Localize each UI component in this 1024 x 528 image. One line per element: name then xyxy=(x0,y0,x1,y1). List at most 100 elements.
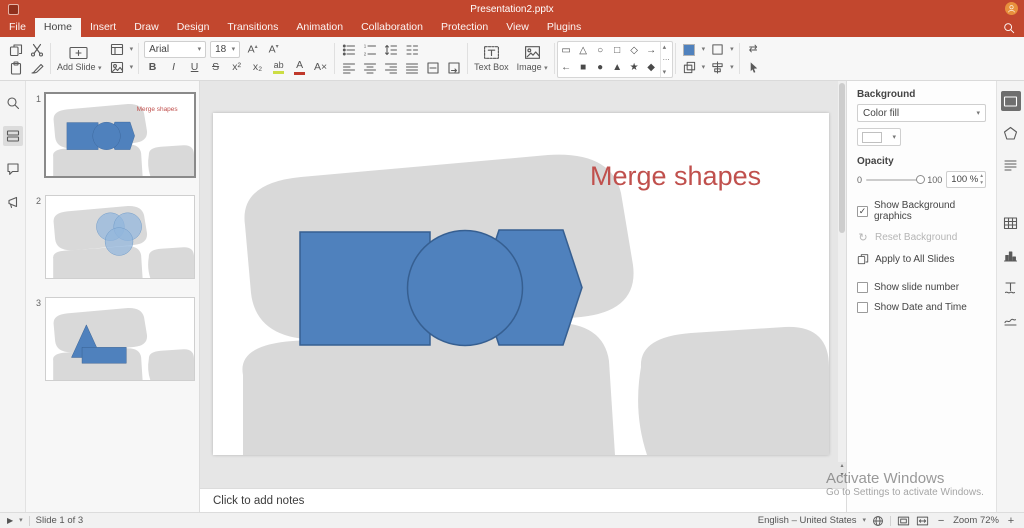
zoom-out-button[interactable]: − xyxy=(935,515,947,527)
font-size-select[interactable]: 18▾ xyxy=(210,41,240,58)
align-center-button[interactable] xyxy=(361,59,378,76)
increase-font-button[interactable]: A▴ xyxy=(244,41,261,58)
shape-arrow-right[interactable]: → xyxy=(643,42,660,59)
canvas-scrollbar[interactable] xyxy=(838,81,846,462)
gallery-scroll-down[interactable]: ▾ xyxy=(663,68,670,76)
tab-insert[interactable]: Insert xyxy=(81,18,125,37)
gallery-scroll-up[interactable]: ▴ xyxy=(663,43,670,51)
signature-settings-button[interactable] xyxy=(1001,309,1021,329)
show-slide-number-checkbox[interactable] xyxy=(857,282,868,293)
bold-button[interactable]: B xyxy=(144,59,161,76)
paragraph-settings-button[interactable] xyxy=(1001,155,1021,175)
select-button[interactable] xyxy=(745,59,762,76)
shape-diamond[interactable]: ◇ xyxy=(626,42,643,59)
slides-panel-button[interactable] xyxy=(3,126,23,146)
tab-transitions[interactable]: Transitions xyxy=(218,18,287,37)
subscript-button[interactable]: x₂ xyxy=(249,59,266,76)
shape-filled-triangle[interactable]: ▲ xyxy=(609,59,626,76)
vertical-align-button[interactable] xyxy=(424,59,441,76)
show-background-graphics-row[interactable]: ✓ Show Background graphics xyxy=(857,200,986,222)
scrollbar-thumb[interactable] xyxy=(839,83,845,233)
shape-square[interactable]: □ xyxy=(609,42,626,59)
slide-editor[interactable] xyxy=(213,113,829,455)
slide-theme-button[interactable] xyxy=(109,59,126,76)
feedback-button[interactable] xyxy=(3,192,23,212)
shape-arrow-left[interactable]: ← xyxy=(558,59,575,76)
language-select[interactable]: English – United States xyxy=(758,515,857,526)
comments-button[interactable] xyxy=(3,159,23,179)
fit-slide-button[interactable] xyxy=(897,515,910,527)
find-button[interactable] xyxy=(3,93,23,113)
shape-filled-square[interactable]: ■ xyxy=(575,59,592,76)
arrange-shape-button[interactable] xyxy=(681,59,698,76)
add-slide-button[interactable]: Add Slide ▾ xyxy=(53,39,106,78)
show-date-time-row[interactable]: Show Date and Time xyxy=(857,302,986,313)
shape-triangle[interactable]: △ xyxy=(575,42,592,59)
start-slideshow-button[interactable]: ▶ xyxy=(7,516,13,525)
shape-filled-circle[interactable]: ● xyxy=(592,59,609,76)
highlight-color-button[interactable]: ab xyxy=(270,59,287,76)
text-direction-button[interactable] xyxy=(445,59,462,76)
background-color-picker[interactable]: ▾ xyxy=(857,128,901,146)
clear-format-button[interactable]: A× xyxy=(312,59,329,76)
show-date-time-checkbox[interactable] xyxy=(857,302,868,313)
gallery-more-button[interactable]: ⋯ xyxy=(663,56,670,64)
shape-outline-button[interactable] xyxy=(709,41,726,58)
align-shape-button[interactable] xyxy=(709,59,726,76)
opacity-spinbox[interactable]: 100 % ▴▾ xyxy=(946,171,986,188)
shape-ellipse[interactable]: ○ xyxy=(592,42,609,59)
table-settings-button[interactable] xyxy=(1001,213,1021,233)
search-button[interactable] xyxy=(1003,18,1015,37)
underline-button[interactable]: U xyxy=(186,59,203,76)
font-name-select[interactable]: Arial▾ xyxy=(144,41,206,58)
image-button[interactable]: Image ▾ xyxy=(513,39,552,78)
chart-settings-button[interactable] xyxy=(1001,245,1021,265)
opacity-slider[interactable] xyxy=(866,179,923,181)
next-slide-button[interactable]: ▾ xyxy=(840,471,843,478)
tab-view[interactable]: View xyxy=(497,18,538,37)
user-avatar[interactable] xyxy=(1005,2,1018,15)
tab-plugins[interactable]: Plugins xyxy=(538,18,590,37)
copy-style-button[interactable] xyxy=(28,59,45,76)
shape-filled-diamond[interactable]: ◆ xyxy=(643,59,660,76)
superscript-button[interactable]: x² xyxy=(228,59,245,76)
strikethrough-button[interactable]: S xyxy=(207,59,224,76)
copy-button[interactable] xyxy=(7,41,24,58)
tab-home[interactable]: Home xyxy=(35,18,81,37)
slide-layout-button[interactable] xyxy=(109,41,126,58)
fit-width-button[interactable] xyxy=(916,515,929,527)
tab-design[interactable]: Design xyxy=(168,18,219,37)
bullets-button[interactable] xyxy=(340,41,357,58)
zoom-level[interactable]: Zoom 72% xyxy=(953,515,999,526)
replace-button[interactable]: ⇄ xyxy=(745,41,762,58)
slide-1-thumbnail[interactable] xyxy=(45,93,195,177)
numbering-button[interactable]: 12 xyxy=(361,41,378,58)
italic-button[interactable]: I xyxy=(165,59,182,76)
slide-settings-button[interactable] xyxy=(1001,91,1021,111)
text-box-button[interactable]: Text Box xyxy=(470,39,513,78)
font-color-button[interactable]: A xyxy=(291,59,308,76)
insert-columns-button[interactable] xyxy=(403,41,420,58)
shape-star[interactable]: ★ xyxy=(626,59,643,76)
paste-button[interactable] xyxy=(7,59,24,76)
tab-file[interactable]: File xyxy=(0,18,35,37)
tab-protection[interactable]: Protection xyxy=(432,18,497,37)
align-justify-button[interactable] xyxy=(403,59,420,76)
textart-settings-button[interactable] xyxy=(1001,277,1021,297)
tab-collaboration[interactable]: Collaboration xyxy=(352,18,432,37)
line-spacing-button[interactable] xyxy=(382,41,399,58)
slide-3-thumbnail[interactable] xyxy=(45,297,195,381)
background-fill-select[interactable]: Color fill ▾ xyxy=(857,104,986,122)
decrease-font-button[interactable]: A▾ xyxy=(265,41,282,58)
spin-down-icon[interactable]: ▾ xyxy=(980,180,983,186)
tab-animation[interactable]: Animation xyxy=(287,18,352,37)
opacity-slider-knob[interactable] xyxy=(916,175,925,184)
notes-area[interactable]: Click to add notes xyxy=(200,488,846,512)
shape-settings-button[interactable] xyxy=(1001,123,1021,143)
shape-fill-button[interactable] xyxy=(681,41,698,58)
shape-rectangle[interactable]: ▭ xyxy=(558,42,575,59)
show-background-graphics-checkbox[interactable]: ✓ xyxy=(857,206,868,217)
apply-to-all-row[interactable]: Apply to All Slides xyxy=(857,253,986,265)
tab-draw[interactable]: Draw xyxy=(125,18,168,37)
zoom-in-button[interactable]: + xyxy=(1005,515,1017,527)
